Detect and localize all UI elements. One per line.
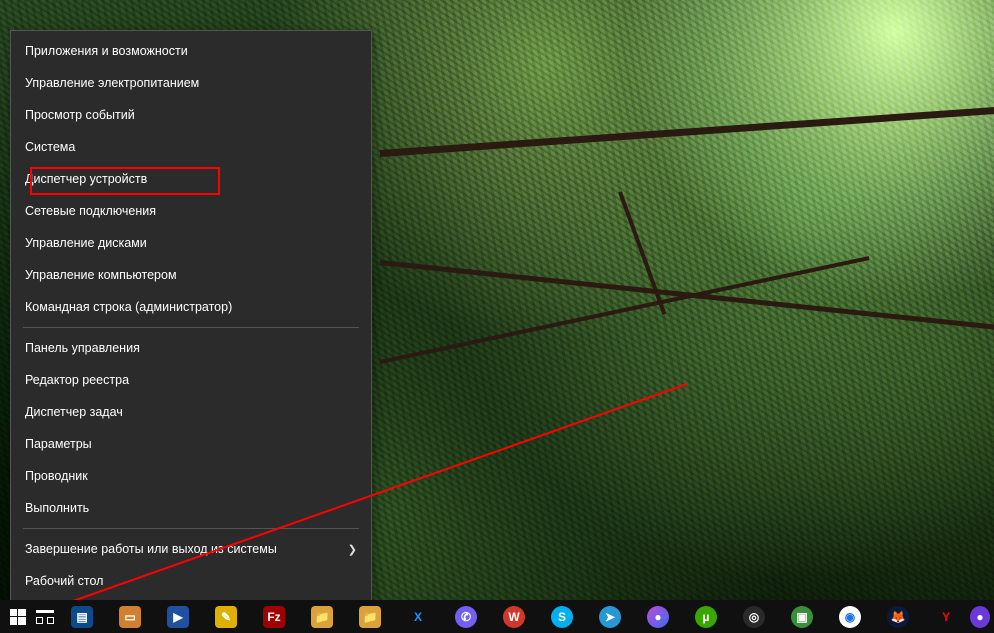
app-movie-icon: ▶ — [167, 606, 189, 628]
chevron-right-icon: ❯ — [348, 543, 357, 556]
taskbar-app-app-gradient[interactable]: ● — [634, 600, 682, 633]
menu-item-control-panel[interactable]: Панель управления — [11, 332, 371, 364]
taskbar-app-xsplit[interactable]: X — [394, 600, 442, 633]
menu-item-task-manager[interactable]: Диспетчер задач — [11, 396, 371, 428]
folder-1-icon: 📁 — [311, 606, 333, 628]
menu-item-label: Редактор реестра — [25, 373, 129, 387]
task-view-button[interactable] — [31, 600, 58, 633]
taskbar-app-viber[interactable]: ✆ — [442, 600, 490, 633]
menu-item-power-options[interactable]: Управление электропитанием — [11, 67, 371, 99]
menu-item-disk-management[interactable]: Управление дисками — [11, 227, 371, 259]
camtasia-icon: ▣ — [791, 606, 813, 628]
menu-item-desktop[interactable]: Рабочий стол — [11, 565, 371, 597]
menu-item-label: Проводник — [25, 469, 88, 483]
menu-item-label: Рабочий стол — [25, 574, 103, 588]
menu-item-label: Управление дисками — [25, 236, 147, 250]
menu-item-label: Приложения и возможности — [25, 44, 188, 58]
menu-item-label: Диспетчер задач — [25, 405, 123, 419]
taskbar-app-app-purple-edge[interactable]: ● — [970, 600, 990, 633]
taskbar-app-skype[interactable]: S — [538, 600, 586, 633]
winx-context-menu: Приложения и возможности Управление элек… — [10, 30, 372, 602]
menu-item-run[interactable]: Выполнить — [11, 492, 371, 524]
obs-studio-icon: ◎ — [743, 606, 765, 628]
menu-item-network-connections[interactable]: Сетевые подключения — [11, 195, 371, 227]
taskbar-app-chrome[interactable]: ◉ — [826, 600, 874, 633]
taskbar-app-firefox[interactable]: 🦊 — [874, 600, 922, 633]
chrome-icon: ◉ — [839, 606, 861, 628]
app-purple-edge-icon: ● — [970, 606, 990, 628]
taskbar-app-folder-1[interactable]: 📁 — [298, 600, 346, 633]
firefox-icon: 🦊 — [887, 606, 909, 628]
menu-item-label: Командная строка (администратор) — [25, 300, 232, 314]
task-view-icon — [36, 610, 54, 624]
taskbar-app-filezilla[interactable]: Fz — [250, 600, 298, 633]
taskbar-app-camtasia[interactable]: ▣ — [778, 600, 826, 633]
taskbar-app-app-blue-1[interactable]: ▤ — [58, 600, 106, 633]
menu-item-label: Управление электропитанием — [25, 76, 199, 90]
menu-item-shutdown-signout[interactable]: Завершение работы или выход из системы ❯ — [11, 533, 371, 565]
taskbar-app-yandex-browser[interactable]: Y — [922, 600, 970, 633]
app-blue-1-icon: ▤ — [71, 606, 93, 628]
menu-separator — [23, 528, 359, 529]
menu-item-label: Выполнить — [25, 501, 89, 515]
menu-item-registry-editor[interactable]: Редактор реестра — [11, 364, 371, 396]
wps-office-icon: W — [503, 606, 525, 628]
folder-2-icon: 📁 — [359, 606, 381, 628]
app-orange-doc-icon: ▭ — [119, 606, 141, 628]
menu-item-label: Просмотр событий — [25, 108, 135, 122]
skype-icon: S — [551, 606, 573, 628]
yandex-browser-icon: Y — [935, 606, 957, 628]
menu-item-apps-and-features[interactable]: Приложения и возможности — [11, 35, 371, 67]
menu-item-label: Параметры — [25, 437, 92, 451]
menu-item-event-viewer[interactable]: Просмотр событий — [11, 99, 371, 131]
menu-item-label: Диспетчер устройств — [25, 172, 147, 186]
taskbar-app-folder-2[interactable]: 📁 — [346, 600, 394, 633]
menu-item-computer-management[interactable]: Управление компьютером — [11, 259, 371, 291]
taskbar-app-app-notes[interactable]: ✎ — [202, 600, 250, 633]
xsplit-icon: X — [407, 606, 429, 628]
start-button[interactable] — [4, 600, 31, 633]
menu-item-label: Сетевые подключения — [25, 204, 156, 218]
taskbar-app-utorrent[interactable]: µ — [682, 600, 730, 633]
menu-item-settings[interactable]: Параметры — [11, 428, 371, 460]
menu-item-label: Завершение работы или выход из системы — [25, 542, 277, 556]
viber-icon: ✆ — [455, 606, 477, 628]
taskbar-app-app-movie[interactable]: ▶ — [154, 600, 202, 633]
app-notes-icon: ✎ — [215, 606, 237, 628]
utorrent-icon: µ — [695, 606, 717, 628]
menu-item-command-prompt-admin[interactable]: Командная строка (администратор) — [11, 291, 371, 323]
menu-separator — [23, 327, 359, 328]
app-gradient-icon: ● — [647, 606, 669, 628]
taskbar-app-obs-studio[interactable]: ◎ — [730, 600, 778, 633]
windows-logo-icon — [10, 609, 26, 625]
menu-item-label: Управление компьютером — [25, 268, 177, 282]
menu-item-label: Панель управления — [25, 341, 140, 355]
menu-item-system[interactable]: Система — [11, 131, 371, 163]
taskbar-app-app-orange-doc[interactable]: ▭ — [106, 600, 154, 633]
menu-item-label: Система — [25, 140, 75, 154]
telegram-icon: ➤ — [599, 606, 621, 628]
menu-item-device-manager[interactable]: Диспетчер устройств — [11, 163, 371, 195]
taskbar-app-telegram[interactable]: ➤ — [586, 600, 634, 633]
taskbar-app-wps-office[interactable]: W — [490, 600, 538, 633]
filezilla-icon: Fz — [263, 606, 285, 628]
taskbar: ▤ ▭ ▶ ✎ Fz 📁 📁 X ✆ W S ➤ ● µ ◎ ▣ ◉ 🦊 Y ● — [0, 600, 994, 633]
menu-item-explorer[interactable]: Проводник — [11, 460, 371, 492]
